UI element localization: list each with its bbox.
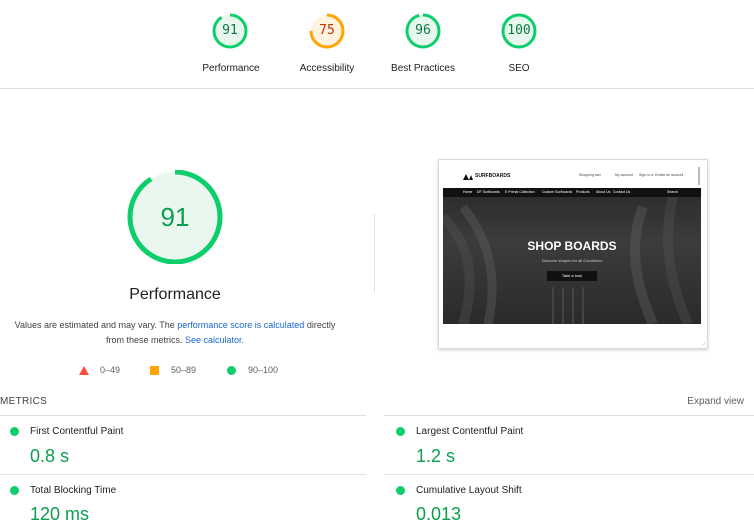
site-signin: Sign in or Create an account [639,173,684,177]
category-label: Accessibility [299,63,355,74]
category-label: SEO [508,63,530,74]
metric-value-lcp: 1.2 s [416,446,456,466]
metric-divider [0,415,366,416]
nav-item: About Us [596,190,611,194]
category-gauge-best-practices[interactable]: 96 [405,13,441,49]
category-score: 100 [507,23,531,38]
site-cart: Shopping cart [579,173,601,177]
corner-glyph: ⌟ [702,340,705,346]
performance-score: 91 [160,202,190,232]
metric-label-fcp: First Contentful Paint [30,426,124,437]
category-label: Performance [202,63,260,74]
legend-label: 50–89 [171,365,197,375]
hero-button: Take a look [547,271,597,281]
page-screenshot[interactable]: SURFBOARDS Shopping cart My account Sign… [438,159,708,349]
metric-label-lcp: Largest Contentful Paint [416,426,524,437]
metric-value-tbt: 120 ms [30,504,90,524]
site-nav: Home DF Surfboards E Primal Collection C… [443,188,701,197]
site-preview: SURFBOARDS Shopping cart My account Sign… [443,164,701,324]
triangle-icon [79,365,89,375]
metrics-heading: METRICS [0,396,48,407]
legend-fail: 0–49 [79,365,120,375]
legend-pass: 90–100 [227,365,278,375]
nav-item: Contact Us [613,190,631,194]
metric-value-cls: 0.013 [416,504,462,524]
nav-item: E Primal Collection [505,190,535,194]
performance-description: Values are estimated and may vary. The p… [12,318,338,348]
header-divider [0,88,754,89]
site-hero: SHOP BOARDS Discover shapes for all Cond… [443,197,701,324]
site-header: SURFBOARDS Shopping cart My account Sign… [443,164,701,188]
category-score: 96 [415,23,431,38]
category-gauge-performance[interactable]: 91 [212,13,248,49]
logo-icon [463,174,473,180]
square-icon [150,365,159,375]
nav-item: Products [576,190,590,194]
vertical-divider [374,214,375,292]
site-logo: SURFBOARDS [475,173,511,179]
nav-item: Home [463,190,473,194]
pass-dot-icon [10,427,19,436]
category-score: 91 [222,23,238,38]
pass-dot-icon [396,486,405,495]
metric-label-tbt: Total Blocking Time [30,485,117,496]
nav-search: Search [667,190,679,194]
scrollbar [698,167,700,185]
legend-label: 90–100 [248,365,279,375]
category-gauge-accessibility[interactable]: 75 [309,13,345,49]
performance-title: Performance [129,286,221,303]
metric-divider [0,474,366,475]
metric-divider [384,474,754,475]
performance-score-link[interactable]: performance score is calculated [177,320,304,330]
legend-average: 50–89 [150,365,196,375]
nav-item: DF Surfboards [477,190,500,194]
pass-dot-icon [396,427,405,436]
metric-value-fcp: 0.8 s [30,446,70,466]
nav-item: Custom Surfboards [542,190,573,194]
circle-icon [227,365,236,375]
category-gauge-seo[interactable]: 100 [501,13,537,49]
legend-label: 0–49 [100,365,121,375]
desc-text: Values are estimated and may vary. The [14,320,178,330]
category-label: Best Practices [391,63,455,74]
pass-dot-icon [10,486,19,495]
site-account: My account [615,173,633,177]
metric-label-cls: Cumulative Layout Shift [416,485,522,496]
calculator-link[interactable]: See calculator. [185,335,244,345]
expand-view-toggle[interactable]: Expand view [687,396,744,407]
hero-title: SHOP BOARDS [527,239,617,253]
hero-subtitle: Discover shapes for all Conditions [541,258,603,263]
category-score: 75 [319,23,335,38]
metric-divider [384,415,754,416]
